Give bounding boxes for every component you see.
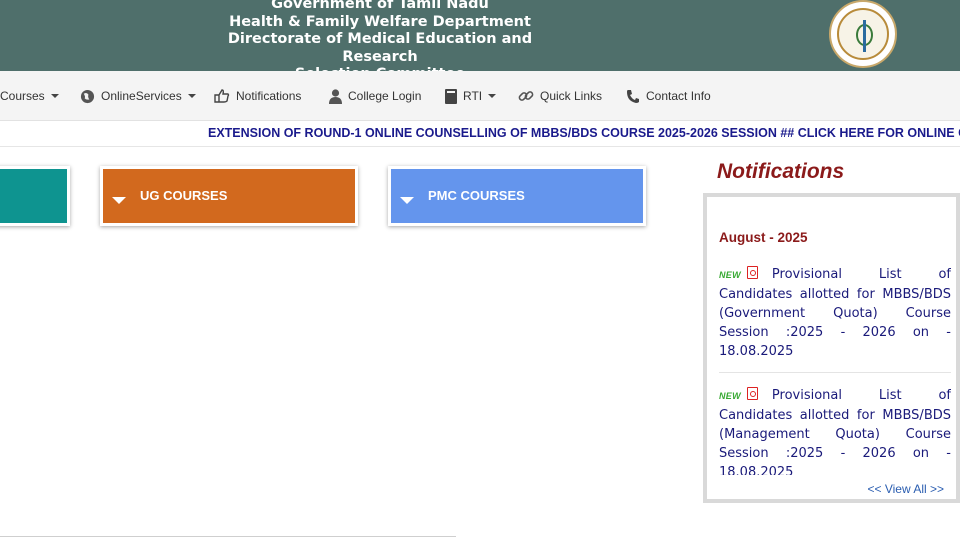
nav-quick-links-label: Quick Links [540,89,603,103]
header-line-department: Health & Family Welfare Department [229,13,531,30]
notification-item[interactable]: NEW Provisional List of Candidates allott… [719,265,951,373]
notifications-heading: Notifications [717,160,845,183]
nav-courses-label: Courses [0,89,45,103]
pointing-hand-icon [214,89,230,103]
caret-down-icon [488,94,497,98]
new-badge: NEW [719,270,741,280]
nav-online-services[interactable]: OnlineServices [80,71,196,121]
user-icon [329,88,342,104]
notification-text[interactable]: Provisional List of Candidates allotted … [719,388,951,475]
ug-courses-tile[interactable]: UG COURSES [100,166,358,226]
link-icon [518,88,534,104]
caret-down-icon [50,94,59,98]
caret-down-icon [400,197,414,204]
header-line-directorate: Directorate of Medical Education and Res… [227,31,533,65]
pdf-icon [746,266,758,279]
new-badge: NEW [719,391,741,401]
teal-course-tile[interactable] [0,166,70,226]
nav-contact-info-label: Contact Info [646,89,711,103]
view-all-link[interactable]: << View All >> [868,482,945,496]
content-divider [0,536,456,537]
ticker-text[interactable]: EXTENSION OF ROUND-1 ONLINE COUNSELLING … [208,126,960,140]
pdf-icon [746,387,758,400]
announcement-ticker[interactable]: EXTENSION OF ROUND-1 ONLINE COUNSELLING … [0,121,960,147]
nav-notifications-label: Notifications [236,89,302,103]
pmc-courses-label: PMC COURSES [428,188,525,203]
site-header: Government of Tamil Nadu Health & Family… [0,0,960,82]
nav-rti-label: RTI [463,89,483,103]
notifications-panel: August - 2025 NEW Provisional List of Can… [703,193,960,503]
nav-college-login[interactable]: College Login [329,71,421,121]
notifications-list[interactable]: NEW Provisional List of Candidates allott… [719,265,951,475]
notification-item[interactable]: NEW Provisional List of Candidates allott… [719,386,951,475]
nav-rti[interactable]: RTI [445,71,497,121]
caret-down-icon [112,197,126,204]
caret-down-icon [187,94,196,98]
pmc-courses-tile[interactable]: PMC COURSES [388,166,646,226]
ug-courses-label: UG COURSES [140,188,228,203]
nav-college-login-label: College Login [348,89,422,103]
nav-courses[interactable]: Courses [0,71,59,121]
nav-notifications[interactable]: Notifications [214,71,301,121]
main-navbar: Courses OnlineServices Notifications Col… [0,71,960,121]
nav-contact-info[interactable]: Contact Info [626,71,711,121]
nav-quick-links[interactable]: Quick Links [518,71,602,121]
notification-text[interactable]: Provisional List of Candidates allotted … [719,267,951,359]
notifications-month: August - 2025 [719,230,808,245]
book-icon [445,88,457,104]
nav-online-services-label: OnlineServices [101,89,182,103]
globe-icon [80,89,95,104]
caduceus-emblem-icon [829,0,897,68]
header-line-government: Government of Tamil Nadu [271,0,489,12]
phone-icon [626,89,640,104]
